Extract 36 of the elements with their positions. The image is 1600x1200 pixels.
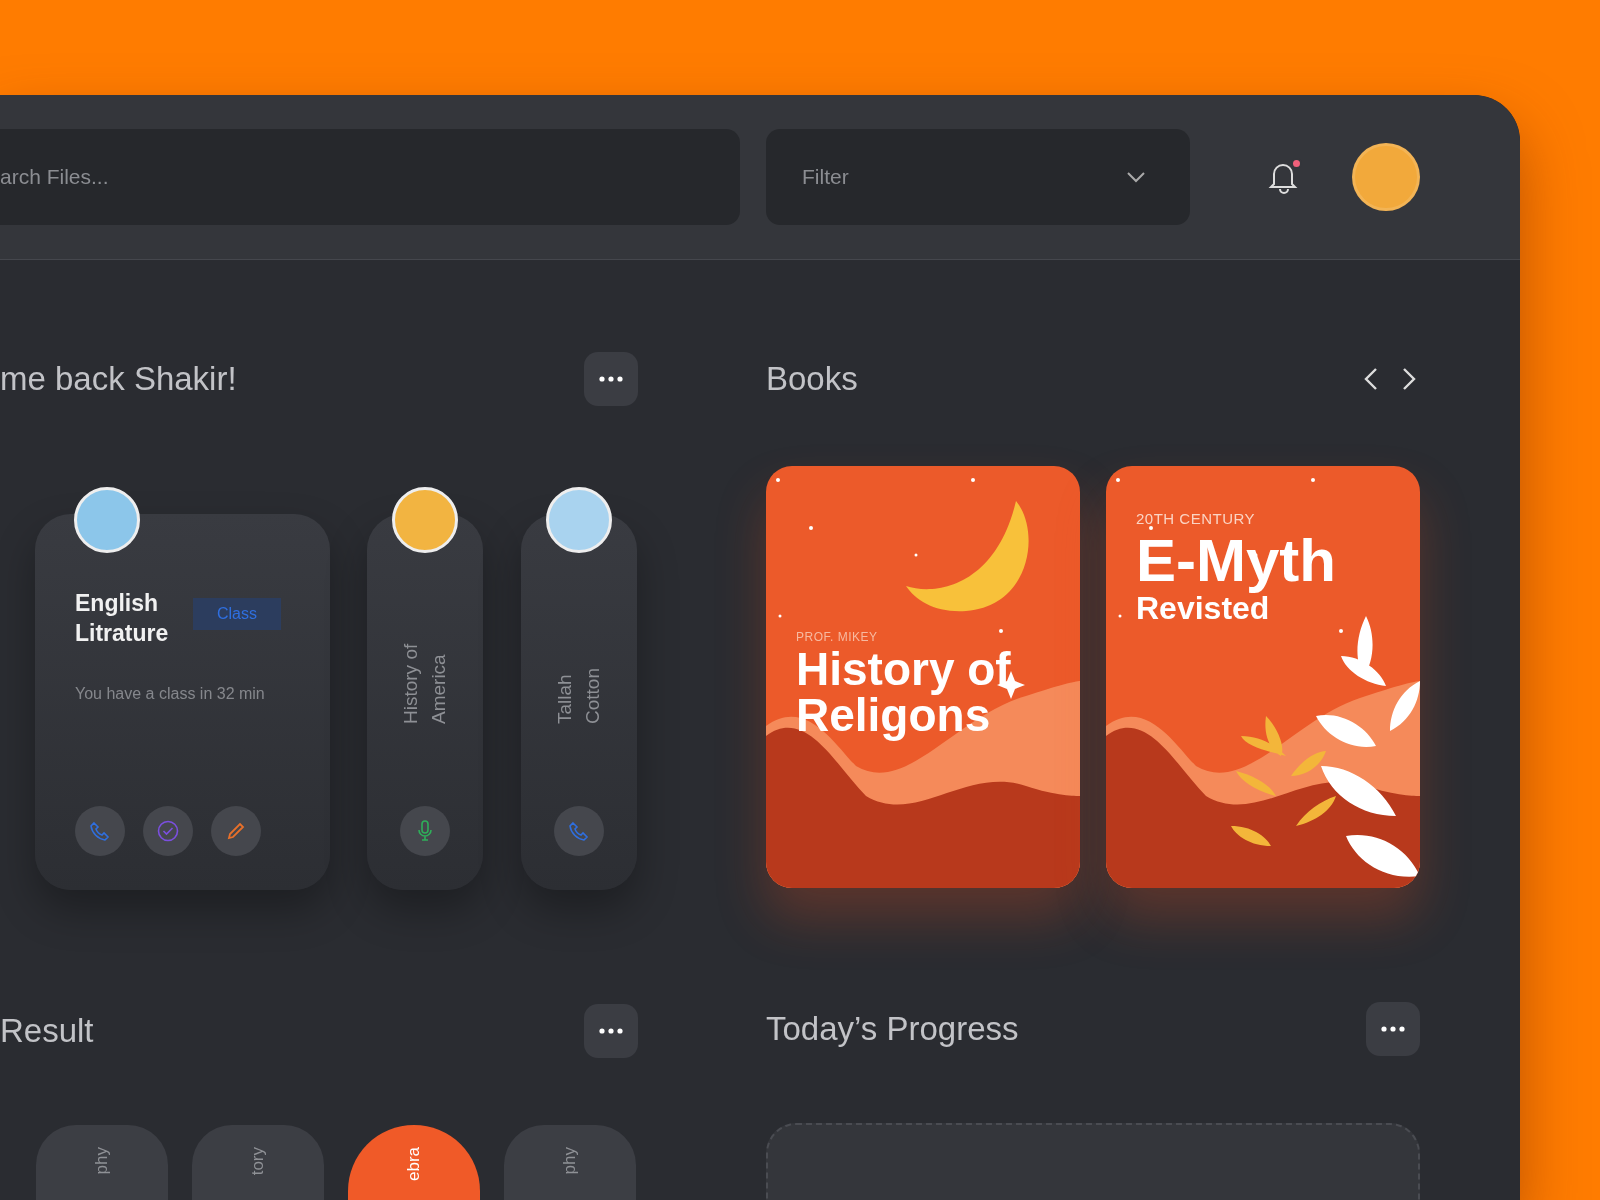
- subject-tab[interactable]: phy: [504, 1125, 636, 1200]
- filter-dropdown[interactable]: Filter: [766, 129, 1190, 225]
- class-title: Tallah Cotton: [553, 667, 604, 724]
- search-field[interactable]: arch Files...: [0, 129, 740, 225]
- welcome-heading: me back Shakir!: [0, 359, 237, 399]
- call-button[interactable]: [75, 806, 125, 856]
- more-button[interactable]: [584, 352, 638, 406]
- class-tag: Class: [193, 598, 281, 630]
- more-button[interactable]: [584, 1004, 638, 1058]
- section-heading: Result: [0, 1011, 94, 1051]
- class-title: History of America: [399, 642, 450, 724]
- book-author: PROF. MIKEY: [796, 629, 879, 646]
- subject-tab[interactable]: phy: [36, 1125, 168, 1200]
- subject-tab[interactable]: tory: [192, 1125, 324, 1200]
- book-title: E-Myth: [1136, 530, 1337, 591]
- more-icon: [599, 1028, 623, 1034]
- book-cover[interactable]: 20TH CENTURY E-Myth Revisted: [1106, 466, 1420, 888]
- class-card[interactable]: Tallah Cotton: [521, 514, 637, 890]
- microphone-button[interactable]: [400, 806, 450, 856]
- class-subtitle: You have a class in 32 min: [75, 684, 266, 704]
- more-icon: [1381, 1026, 1405, 1032]
- book-cover[interactable]: PROF. MIKEY History of Religons: [766, 466, 1080, 888]
- class-title: English Litrature: [75, 589, 170, 648]
- class-card[interactable]: English Litrature Class You have a class in 32 min: [35, 514, 330, 890]
- chevron-left-icon: [1364, 367, 1378, 392]
- class-card[interactable]: History of America: [367, 514, 483, 890]
- subject-tab[interactable]: ebra: [348, 1125, 480, 1200]
- call-button[interactable]: [554, 806, 604, 856]
- section-heading: Today’s Progress: [766, 1009, 1019, 1049]
- book-label: 20TH CENTURY: [1136, 509, 1257, 529]
- check-button[interactable]: [143, 806, 193, 856]
- more-button[interactable]: [1366, 1002, 1420, 1056]
- chevron-right-icon: [1402, 367, 1416, 392]
- section-heading: Books: [766, 359, 858, 399]
- edit-button[interactable]: [211, 806, 261, 856]
- more-icon: [599, 376, 623, 382]
